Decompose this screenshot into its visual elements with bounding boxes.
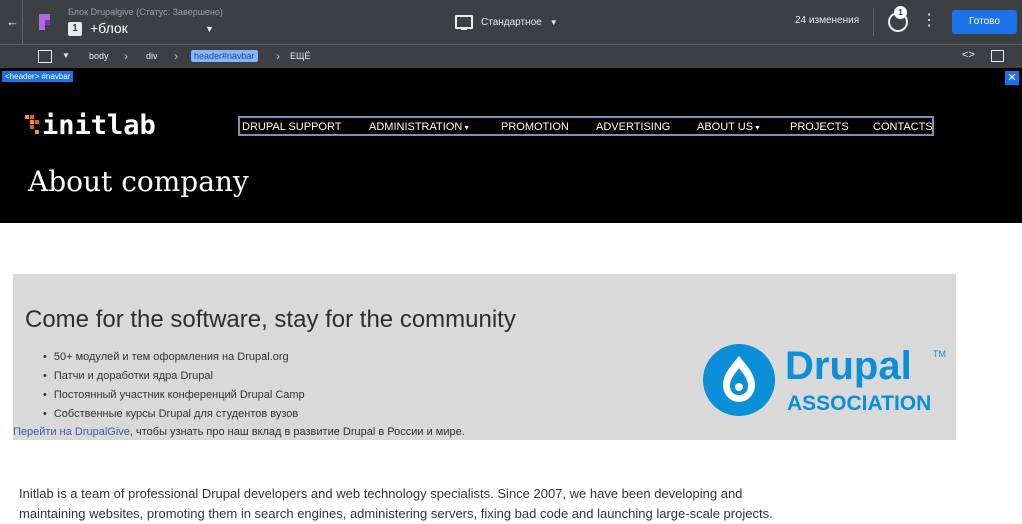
chevron-right-icon: ›: [174, 49, 178, 63]
done-button[interactable]: Готово: [952, 10, 1017, 34]
trademark: TM: [933, 349, 946, 359]
nav-item-promotion[interactable]: PROMOTION: [501, 121, 569, 133]
monitor-icon: [455, 15, 473, 30]
block-number-badge: 1: [68, 22, 82, 36]
element-breadcrumb-bar: ▼ › body div › header#navbar › ЕЩЁ <>: [0, 44, 1022, 68]
intro-line: Initlab is a team of professional Drupal…: [19, 486, 743, 501]
banner-footer-text: Перейти на DrupalGive, чтобы узнать про …: [13, 426, 465, 438]
site-logo-text[interactable]: initlab: [42, 110, 156, 141]
list-item: Собственные курсы Drupal для студентов в…: [43, 405, 305, 424]
banner-bullets: 50+ модулей и тем оформления на Drupal.o…: [43, 348, 305, 424]
selected-element-label: <header> #navbar: [2, 71, 74, 82]
nav-item-drupal-support[interactable]: DRUPAL SUPPORT: [242, 121, 341, 133]
drupal-drop-icon: [703, 344, 775, 416]
caret-down-icon: ▼: [754, 125, 761, 132]
drupalgive-banner: Come for the software, stay for the comm…: [13, 274, 956, 440]
chevron-right-icon: ›: [124, 49, 128, 63]
chevron-down-icon[interactable]: ▼: [62, 51, 70, 60]
block-name[interactable]: +блок: [90, 20, 128, 36]
breadcrumb-more[interactable]: ЕЩЁ: [290, 51, 310, 61]
main-navbar: DRUPAL SUPPORT ADMINISTRATION▼ PROMOTION…: [238, 116, 934, 136]
intro-line: maintaining websites, promoting them in …: [19, 506, 773, 521]
page-title: About company: [28, 165, 249, 198]
breadcrumb-div[interactable]: div: [146, 51, 158, 61]
inspect-icon[interactable]: [991, 50, 1004, 62]
list-item: Патчи и доработки ядра Drupal: [43, 367, 305, 386]
changes-count[interactable]: 24 изменения: [795, 15, 859, 26]
device-selector[interactable]: Стандартное ▼: [455, 13, 558, 31]
nav-item-projects[interactable]: PROJECTS: [790, 121, 849, 133]
drupalgive-link[interactable]: Перейти на DrupalGive: [13, 426, 130, 438]
chevron-right-icon: ›: [276, 49, 280, 63]
breadcrumb-header-navbar[interactable]: header#navbar: [191, 50, 258, 62]
code-icon[interactable]: <>: [962, 49, 975, 61]
chevron-down-icon[interactable]: ▼: [205, 24, 214, 34]
banner-footer-rest: , чтобы узнать про наш вклад в развитие …: [129, 426, 465, 438]
back-arrow-icon[interactable]: ←: [6, 13, 19, 31]
association-wordmark: ASSOCIATION: [787, 392, 932, 415]
banner-title: Come for the software, stay for the comm…: [25, 306, 516, 333]
list-item: Постоянный участник конференций Drupal C…: [43, 386, 305, 405]
nav-item-about-us[interactable]: ABOUT US▼: [697, 121, 761, 133]
close-icon[interactable]: ✕: [1005, 71, 1019, 85]
more-vert-icon[interactable]: ⋮: [921, 12, 937, 30]
block-status: Блок Drupalgive (Статус: Завершено): [68, 7, 223, 17]
site-header[interactable]: <header> #navbar ✕ initlab DRUPAL SUPPOR…: [0, 68, 1022, 223]
select-element-icon[interactable]: [38, 50, 52, 63]
divider: [873, 8, 874, 36]
intro-paragraph: Initlab is a team of professional Drupal…: [19, 484, 994, 524]
editor-toolbar: ← Блок Drupalgive (Статус: Завершено) 1 …: [0, 0, 1022, 44]
history-badge: 1: [894, 6, 907, 19]
nav-item-label: ADMINISTRATION: [369, 121, 463, 133]
caret-down-icon: ▼: [463, 125, 471, 132]
list-item: 50+ модулей и тем оформления на Drupal.o…: [43, 348, 305, 367]
drupal-wordmark: Drupal: [785, 344, 912, 388]
nav-item-label: ABOUT US: [697, 121, 754, 133]
app-logo-icon: [39, 14, 50, 30]
page-preview: <header> #navbar ✕ initlab DRUPAL SUPPOR…: [0, 68, 1022, 523]
device-label: Стандартное: [481, 16, 542, 28]
nav-item-contacts[interactable]: CONTACTS: [873, 121, 933, 133]
initlab-logo-icon: [25, 115, 39, 134]
nav-item-advertising[interactable]: ADVERTISING: [596, 121, 670, 133]
chevron-down-icon: ▼: [549, 17, 558, 27]
breadcrumb-body[interactable]: body: [89, 51, 109, 61]
nav-item-administration[interactable]: ADMINISTRATION▼: [369, 121, 470, 133]
divider: [22, 0, 23, 44]
